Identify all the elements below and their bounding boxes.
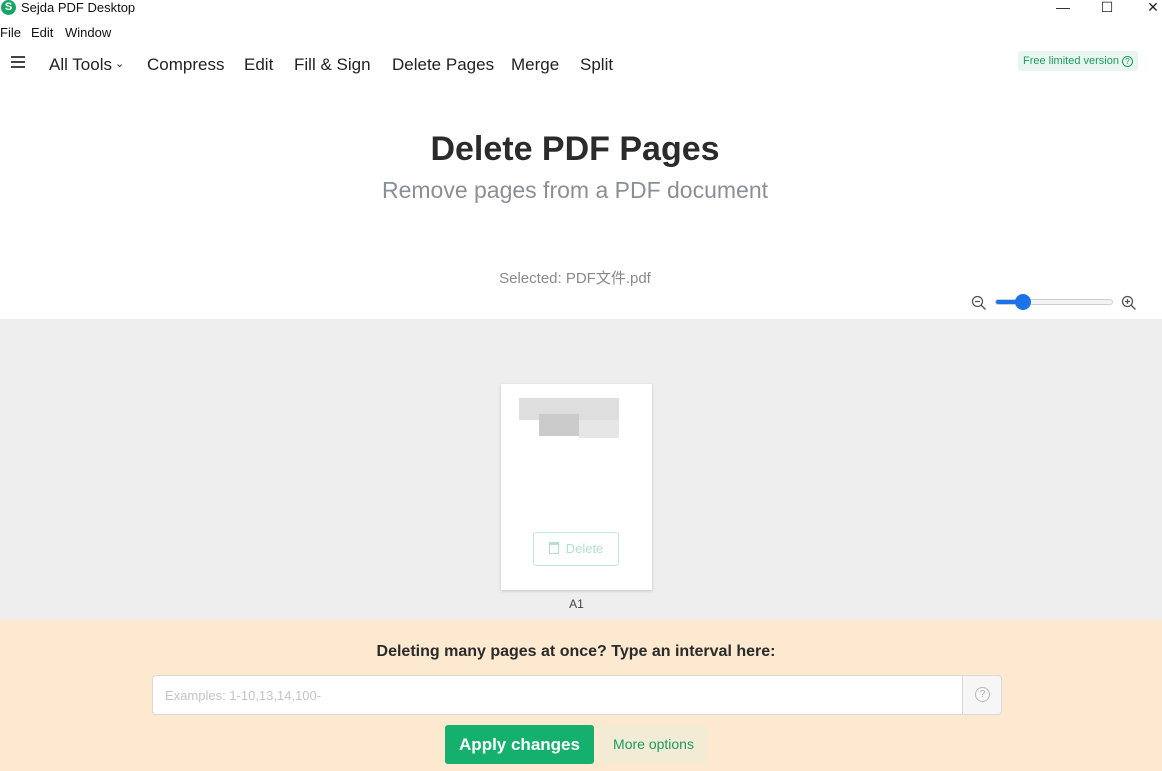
nav-split[interactable]: Split: [580, 55, 613, 75]
help-circle-icon: ?: [1121, 56, 1133, 67]
nav-edit[interactable]: Edit: [244, 55, 273, 75]
page-number-label: A1: [569, 597, 584, 611]
minimize-button[interactable]: —: [1048, 0, 1078, 16]
interval-help-button[interactable]: ?: [962, 675, 1002, 715]
page-title: Delete PDF Pages: [430, 130, 720, 168]
page-subtitle: Remove pages from a PDF document: [381, 177, 769, 203]
hamburger-menu-icon[interactable]: [11, 56, 25, 68]
blurred-content: [539, 414, 579, 436]
apply-changes-button[interactable]: Apply changes: [445, 725, 594, 764]
nav-fill-sign[interactable]: Fill & Sign: [294, 55, 371, 75]
help-circle-icon: ?: [975, 687, 990, 702]
nav-all-tools-label: All Tools: [49, 55, 112, 74]
trash-icon: [548, 542, 559, 554]
nav-all-tools[interactable]: All Tools ⌄: [49, 55, 124, 75]
nav-delete-pages[interactable]: Delete Pages: [392, 55, 494, 75]
delete-page-label: Delete: [565, 541, 604, 556]
title-bar: S Sejda PDF Desktop — ☐ ✕: [0, 0, 1162, 18]
more-options-button[interactable]: More options: [599, 725, 708, 764]
delete-page-button[interactable]: Delete: [533, 532, 619, 566]
nav-merge[interactable]: Merge: [511, 55, 559, 75]
zoom-slider[interactable]: [995, 299, 1113, 305]
blurred-content: [579, 420, 619, 438]
menu-file[interactable]: File: [0, 25, 21, 40]
menu-window[interactable]: Window: [65, 25, 111, 40]
maximize-button[interactable]: ☐: [1092, 0, 1122, 16]
zoom-slider-handle[interactable]: [1015, 294, 1031, 310]
zoom-out-icon[interactable]: [971, 295, 987, 311]
free-version-badge[interactable]: Free limited version?: [1018, 51, 1138, 71]
selected-file-label: Selected: PDF文件.pdf: [499, 270, 651, 287]
menu-edit[interactable]: Edit: [31, 25, 53, 40]
sejda-logo-icon: S: [1, 0, 16, 15]
close-button[interactable]: ✕: [1138, 0, 1162, 16]
window-title: Sejda PDF Desktop: [21, 0, 136, 15]
chevron-down-icon: ⌄: [115, 58, 125, 70]
nav-compress[interactable]: Compress: [147, 55, 224, 75]
toolbar: All Tools ⌄ Compress Edit Fill & Sign Del…: [0, 50, 1162, 80]
interval-heading: Deleting many pages at once? Type an int…: [376, 643, 776, 660]
interval-input[interactable]: [152, 675, 962, 715]
free-version-label: Free limited version: [1023, 55, 1119, 67]
zoom-in-icon[interactable]: [1121, 295, 1137, 311]
